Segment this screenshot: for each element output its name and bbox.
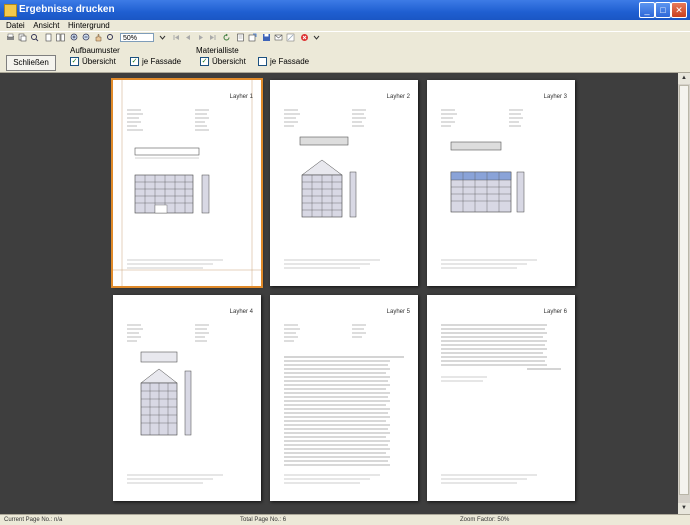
menu-file[interactable]: Datei — [6, 20, 25, 31]
checkbox-label: Übersicht — [212, 57, 246, 66]
status-bar: Current Page No.: n/a Total Page No.: 6 … — [0, 514, 690, 525]
app-icon — [4, 4, 17, 17]
scroll-down-arrow-icon[interactable]: ▼ — [678, 503, 690, 514]
checkbox-label: Übersicht — [82, 57, 116, 66]
vertical-scrollbar[interactable]: ▲ ▼ — [678, 73, 690, 514]
zoom-tool-icon[interactable] — [106, 33, 115, 42]
checkbox-box[interactable]: ✓ — [130, 57, 139, 67]
multi-page-icon[interactable] — [56, 33, 65, 42]
checkbox-box[interactable] — [258, 57, 267, 67]
options-bar: Schließen Aufbaumuster Materialliste ✓ Üb… — [0, 44, 690, 73]
page-thumbnail-6[interactable]: Layher 6 — [427, 295, 575, 501]
title-bar: Ergebnisse drucken _ □ ✕ — [0, 0, 690, 20]
page-content — [441, 324, 561, 484]
checkbox-box[interactable]: ✓ — [200, 57, 209, 67]
copy-icon[interactable] — [18, 33, 27, 42]
maximize-button[interactable]: □ — [655, 2, 671, 18]
page-thumbnail-4[interactable]: Layher 4 — [113, 295, 261, 501]
chevron-down-icon[interactable] — [158, 33, 167, 42]
checkbox-structure-overview[interactable]: ✓ Übersicht — [70, 57, 116, 67]
zoom-select[interactable]: 50% — [120, 33, 154, 42]
checkbox-structure-per-facade[interactable]: ✓ je Fassade — [130, 57, 181, 67]
last-page-icon[interactable] — [208, 33, 217, 42]
checkbox-label: je Fassade — [270, 57, 310, 66]
next-page-icon[interactable] — [196, 33, 205, 42]
page-title: Layher 4 — [229, 309, 253, 315]
scrollbar-thumb[interactable] — [679, 85, 689, 495]
close-window-button[interactable]: ✕ — [671, 2, 687, 18]
page-thumbnail-1[interactable]: Layher 1 — [111, 78, 263, 288]
menu-bar: Datei Ansicht Hintergrund — [0, 20, 690, 31]
page-thumbnail-3[interactable]: Layher 3 — [427, 80, 575, 286]
page-content — [284, 109, 380, 269]
preview-area[interactable]: Layher 1 Layher 2 Layher 3 Layher 4 Layh… — [0, 73, 678, 514]
scroll-up-arrow-icon[interactable]: ▲ — [678, 73, 690, 84]
hand-tool-icon[interactable] — [94, 33, 103, 42]
export-icon[interactable] — [248, 33, 257, 42]
checkbox-label: je Fassade — [142, 57, 182, 66]
page-content — [441, 109, 537, 269]
page-title: Layher 5 — [386, 309, 410, 315]
minimize-button[interactable]: _ — [639, 2, 655, 18]
chevron-down-icon[interactable] — [312, 33, 321, 42]
checkbox-box[interactable]: ✓ — [70, 57, 79, 67]
zoom-in-icon[interactable] — [70, 33, 79, 42]
stop-icon[interactable] — [300, 33, 309, 42]
menu-background[interactable]: Hintergrund — [68, 20, 110, 31]
page-thumbnail-2[interactable]: Layher 2 — [270, 80, 418, 286]
page-content — [284, 324, 404, 484]
menu-view[interactable]: Ansicht — [33, 20, 59, 31]
page-content — [113, 80, 261, 286]
checkbox-material-overview[interactable]: ✓ Übersicht — [200, 57, 246, 67]
page-title: Layher 2 — [386, 94, 410, 100]
mail-icon[interactable] — [274, 33, 283, 42]
page-thumbnail-5[interactable]: Layher 5 — [270, 295, 418, 501]
toolbar: 50% — [0, 31, 690, 44]
single-page-icon[interactable] — [44, 33, 53, 42]
print-icon[interactable] — [6, 33, 15, 42]
first-page-icon[interactable] — [172, 33, 181, 42]
page-title: Layher 1 — [229, 94, 253, 100]
page-content — [127, 324, 223, 484]
close-button[interactable]: Schließen — [6, 55, 56, 71]
page-title: Layher 3 — [543, 94, 567, 100]
group-title-material: Materialliste — [196, 46, 239, 55]
refresh-icon[interactable] — [222, 33, 231, 42]
page-setup-icon[interactable] — [236, 33, 245, 42]
window-title: Ergebnisse drucken — [19, 4, 115, 15]
save-icon[interactable] — [262, 33, 271, 42]
watermark-icon[interactable] — [286, 33, 295, 42]
checkbox-material-per-facade[interactable]: je Fassade — [258, 57, 309, 67]
group-title-structure: Aufbaumuster — [70, 46, 120, 55]
zoom-out-icon[interactable] — [82, 33, 91, 42]
page-title: Layher 6 — [543, 309, 567, 315]
prev-page-icon[interactable] — [184, 33, 193, 42]
find-icon[interactable] — [30, 33, 39, 42]
